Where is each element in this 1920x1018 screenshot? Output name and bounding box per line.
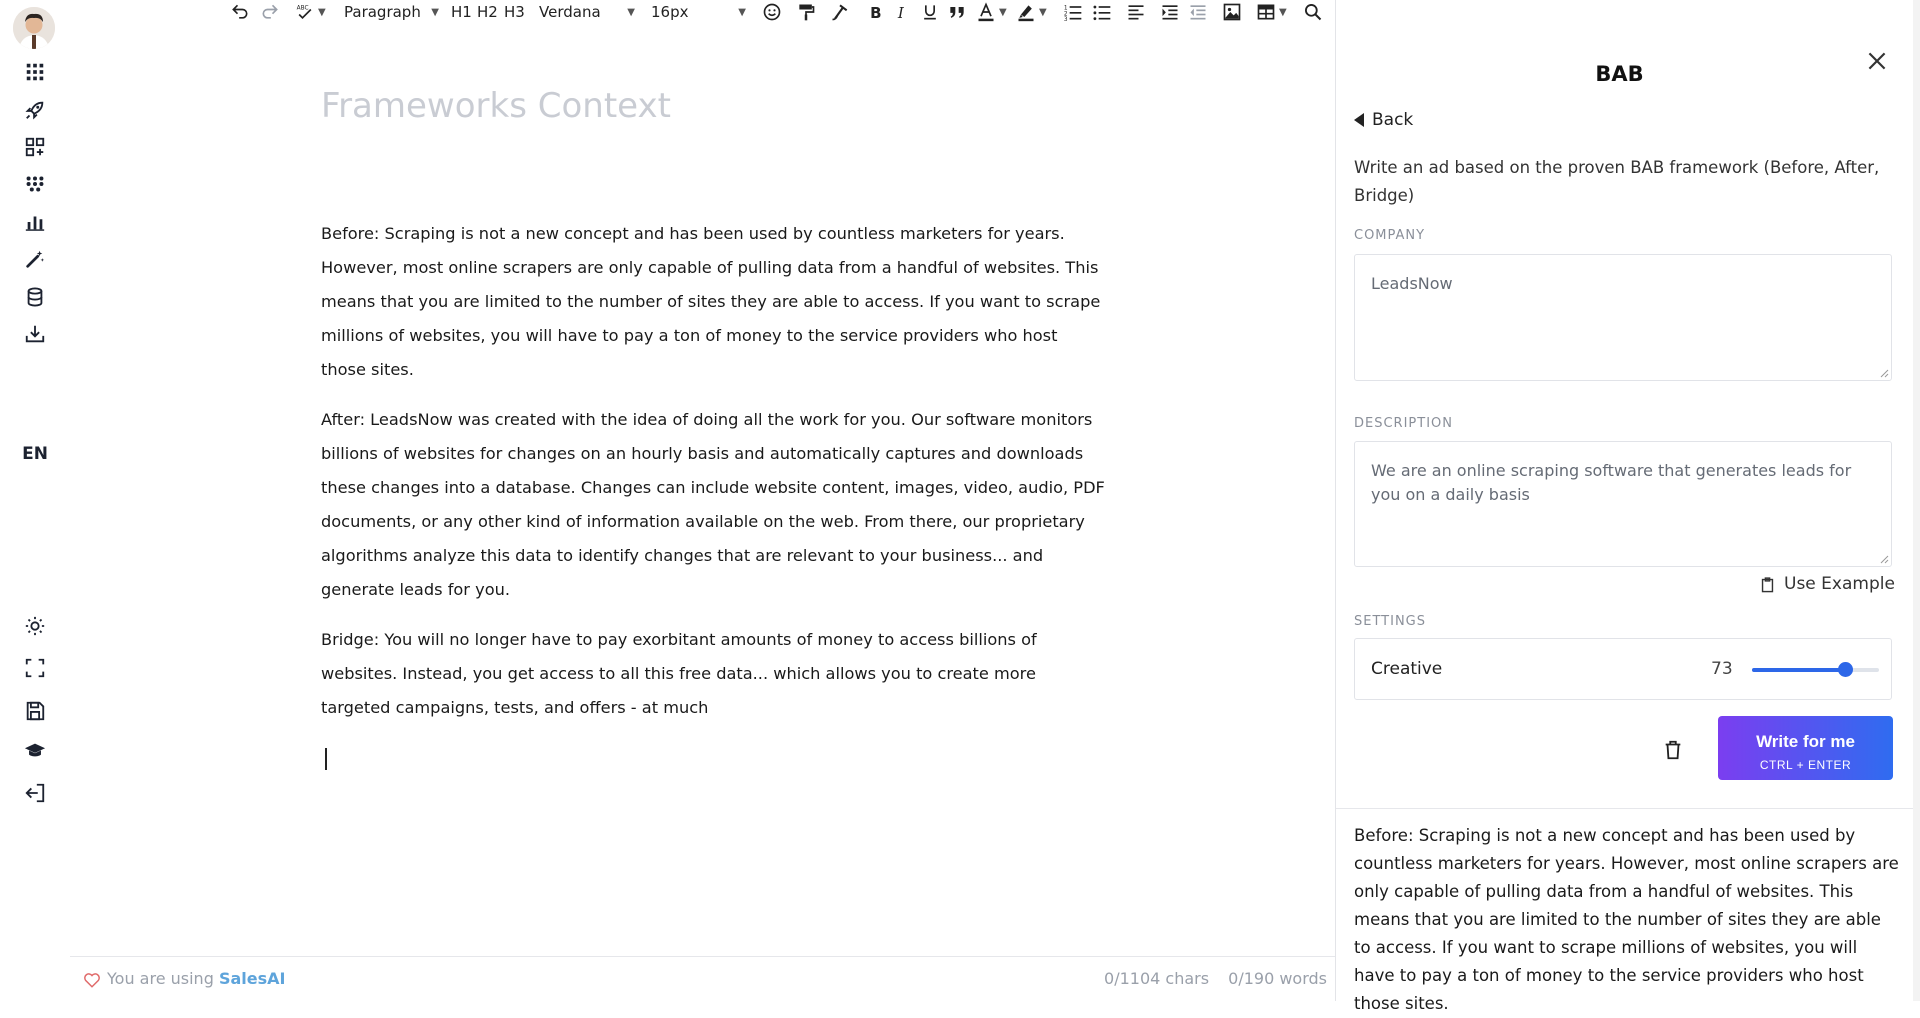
- template-panel: BAB Back Write an ad based on the proven…: [1335, 0, 1920, 1013]
- back-arrow-icon: [1354, 113, 1364, 127]
- company-field[interactable]: LeadsNow: [1354, 254, 1892, 381]
- generated-output[interactable]: Before: Scraping is not a new concept an…: [1354, 822, 1902, 1018]
- template-description: Write an ad based on the proven BAB fram…: [1354, 158, 1880, 205]
- chevron-down-icon: ▼: [738, 6, 746, 18]
- fullscreen-icon[interactable]: [19, 652, 51, 684]
- svg-text:B: B: [870, 4, 881, 22]
- save-icon[interactable]: [19, 695, 51, 727]
- resize-grip-icon[interactable]: [1879, 368, 1889, 378]
- panel-title: BAB: [1595, 62, 1644, 86]
- creative-value: 73: [1711, 659, 1733, 679]
- add-widget-icon[interactable]: [19, 131, 51, 163]
- magic-wand-icon[interactable]: [19, 243, 51, 275]
- status-bar: You are using SalesAI 0/1104 chars 0/190…: [70, 956, 1335, 1002]
- paragraph: After: LeadsNow was created with the ide…: [321, 410, 1105, 599]
- company-label: COMPANY: [1354, 228, 1426, 243]
- language-switch[interactable]: EN: [19, 440, 51, 468]
- italic-icon[interactable]: I: [892, 0, 912, 24]
- left-rail: EN: [0, 0, 71, 1001]
- chevron-down-icon: ▼: [1279, 6, 1287, 18]
- undo-icon[interactable]: [230, 0, 250, 24]
- clipboard-icon: [1761, 576, 1774, 592]
- heading-3-button[interactable]: H3: [504, 0, 525, 24]
- back-button[interactable]: Back: [1354, 110, 1413, 130]
- font-family-select[interactable]: Verdana ▼: [539, 0, 635, 24]
- chevron-down-icon: ▼: [627, 6, 635, 18]
- spellcheck-icon[interactable]: ABC ▼: [295, 0, 326, 24]
- word-count: 0/190 words: [1228, 969, 1327, 988]
- search-icon[interactable]: [1303, 0, 1323, 24]
- chevron-down-icon: ▼: [999, 6, 1007, 18]
- chevron-down-icon: ▼: [1039, 6, 1047, 18]
- graduation-cap-icon[interactable]: [19, 735, 51, 767]
- editor-toolbar: ABC ▼ Paragraph ▼ H1 H2 H3 Verdana ▼ 16p…: [70, 0, 1335, 24]
- write-for-me-button[interactable]: Write for me CTRL + ENTER: [1718, 716, 1893, 780]
- creative-label: Creative: [1371, 659, 1443, 679]
- svg-text:ABC: ABC: [297, 6, 309, 12]
- editor-area[interactable]: Frameworks Context Before: Scraping is n…: [70, 24, 1335, 956]
- close-icon[interactable]: [1864, 48, 1890, 74]
- sun-icon[interactable]: [19, 610, 51, 642]
- creativity-setting: Creative 73: [1354, 638, 1892, 700]
- indent-icon[interactable]: [1160, 0, 1180, 24]
- font-size-select[interactable]: 16px ▼: [651, 0, 746, 24]
- paragraph: Bridge: You will no longer have to pay e…: [321, 630, 1037, 717]
- avatar[interactable]: [13, 7, 55, 49]
- text-color-icon[interactable]: ▼: [976, 0, 1007, 24]
- grid-apps-icon[interactable]: [19, 56, 51, 88]
- svg-text:3: 3: [1064, 17, 1068, 22]
- blockquote-icon[interactable]: [947, 0, 967, 24]
- use-example-button[interactable]: Use Example: [1759, 574, 1895, 594]
- block-format-select[interactable]: Paragraph ▼: [344, 0, 439, 24]
- heading-1-button[interactable]: H1: [451, 0, 472, 24]
- document-body[interactable]: Before: Scraping is not a new concept an…: [321, 217, 1106, 741]
- database-icon[interactable]: [19, 281, 51, 313]
- creative-slider[interactable]: [1752, 662, 1879, 677]
- text-cursor: [325, 748, 327, 770]
- resize-grip-icon[interactable]: [1879, 554, 1889, 564]
- settings-label: SETTINGS: [1354, 614, 1427, 629]
- paragraph: Before: Scraping is not a new concept an…: [321, 224, 1101, 379]
- heart-icon: [84, 973, 100, 988]
- image-icon[interactable]: [1222, 0, 1242, 24]
- slider-thumb[interactable]: [1837, 662, 1853, 677]
- bar-chart-icon[interactable]: [19, 206, 51, 238]
- numbered-list-icon[interactable]: 123: [1063, 0, 1083, 24]
- document-title[interactable]: Frameworks Context: [321, 86, 671, 126]
- powered-by: You are using SalesAI: [107, 969, 286, 988]
- clear-format-icon[interactable]: [830, 0, 850, 24]
- align-left-icon[interactable]: [1126, 0, 1146, 24]
- slider-fill: [1752, 668, 1845, 672]
- chevron-down-icon[interactable]: ▼: [318, 7, 326, 18]
- bullet-list-icon[interactable]: [1092, 0, 1112, 24]
- underline-icon[interactable]: [920, 0, 940, 24]
- description-label: DESCRIPTION: [1354, 416, 1453, 431]
- dots-grid-icon[interactable]: [19, 168, 51, 200]
- logout-icon[interactable]: [19, 777, 51, 809]
- char-count: 0/1104 chars: [1104, 969, 1210, 988]
- highlight-color-icon[interactable]: ▼: [1016, 0, 1047, 24]
- download-icon[interactable]: [19, 318, 51, 350]
- emoji-icon[interactable]: [762, 0, 782, 24]
- rocket-icon[interactable]: [19, 94, 51, 126]
- trash-icon[interactable]: [1662, 738, 1684, 762]
- brand-link[interactable]: SalesAI: [219, 969, 286, 988]
- chevron-down-icon: ▼: [431, 6, 439, 18]
- svg-text:I: I: [897, 4, 905, 22]
- divider: [1336, 808, 1920, 809]
- bold-icon[interactable]: B: [866, 0, 886, 24]
- table-icon[interactable]: ▼: [1256, 0, 1287, 24]
- format-painter-icon[interactable]: [796, 0, 816, 24]
- outdent-icon[interactable]: [1188, 0, 1208, 24]
- heading-2-button[interactable]: H2: [477, 0, 498, 24]
- redo-icon[interactable]: [260, 0, 280, 24]
- word-counter: 0/1104 chars 0/190 words: [1090, 969, 1327, 988]
- scrollbar[interactable]: [1913, 0, 1920, 1001]
- description-field[interactable]: We are an online scraping software that …: [1354, 441, 1892, 567]
